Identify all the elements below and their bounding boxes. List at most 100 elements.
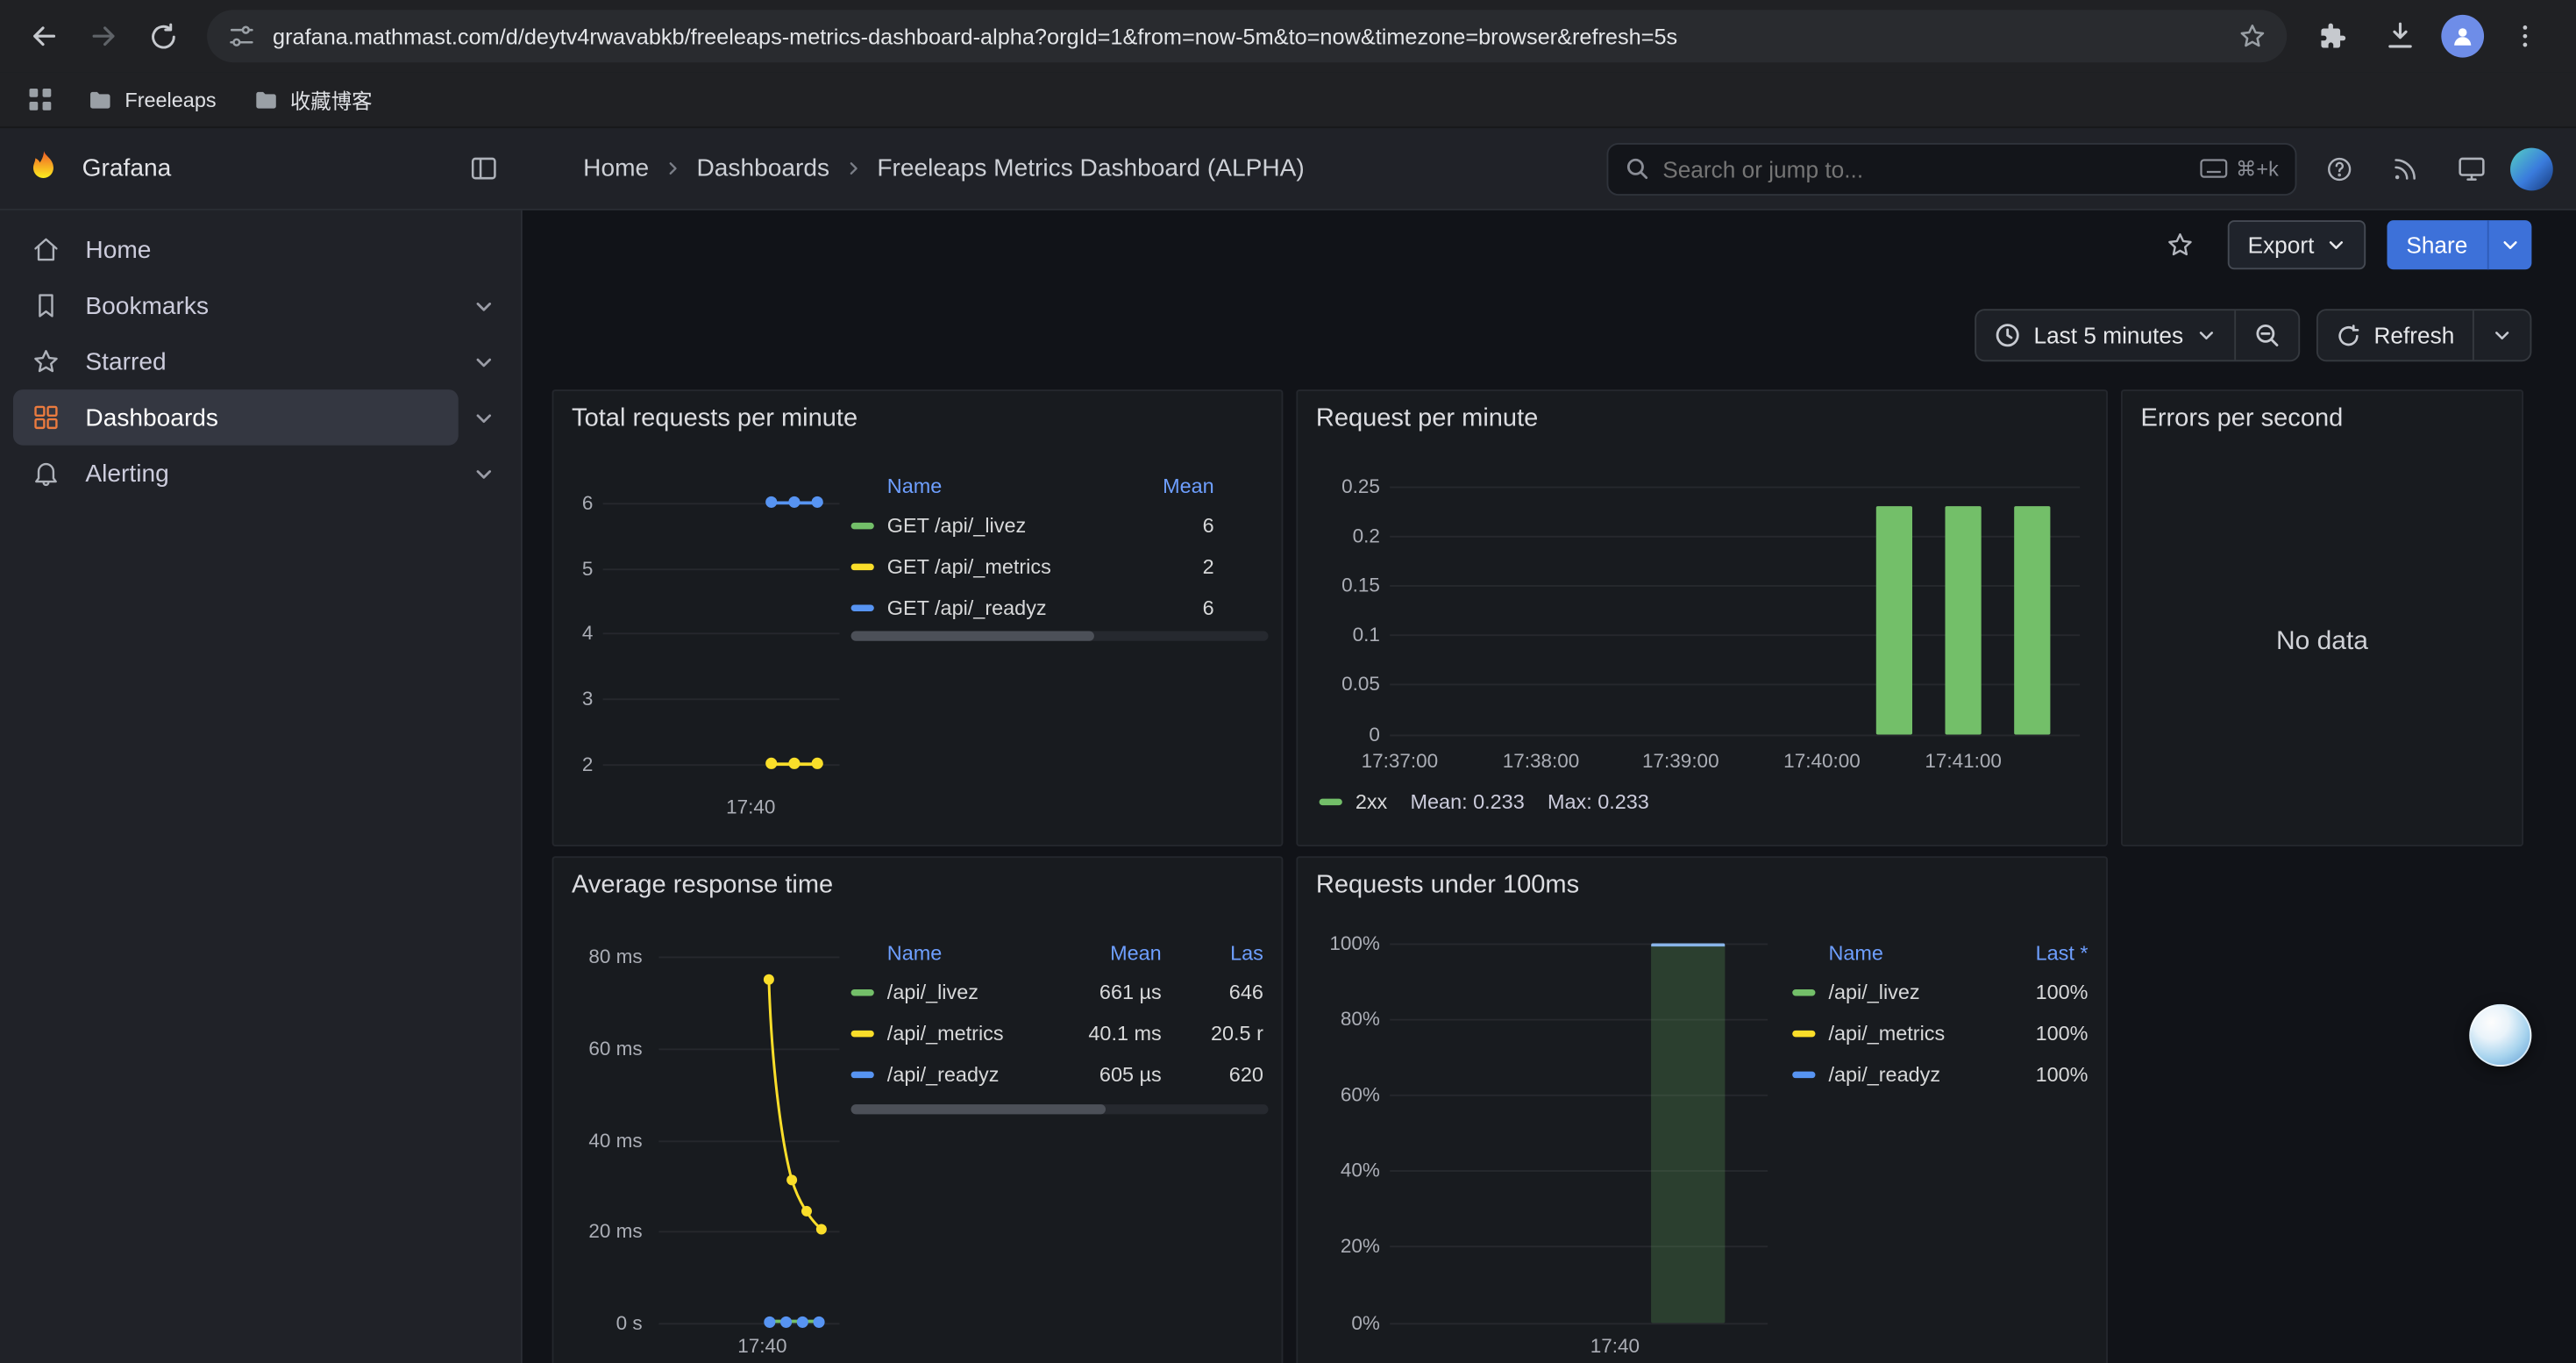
zoom-out-icon [2254, 322, 2281, 348]
y-tick-label: 40% [1305, 1157, 1380, 1183]
legend-header-last[interactable]: Last * [1996, 942, 2089, 965]
dock-menu-toggle[interactable] [468, 153, 500, 184]
series-name[interactable]: GET /api/_readyz [887, 596, 1115, 618]
back-button[interactable] [17, 8, 73, 64]
extensions-button[interactable] [2303, 8, 2359, 64]
favorite-star-button[interactable] [2154, 218, 2207, 271]
legend-scrollbar[interactable] [851, 1104, 1269, 1114]
zoom-out-button[interactable] [2236, 310, 2298, 360]
series-name[interactable]: /api/_livez [887, 981, 1066, 1003]
breadcrumb-dashboards[interactable]: Dashboards [696, 154, 829, 182]
time-range-button[interactable]: Last 5 minutes [1976, 310, 2234, 360]
bookmark-folder-freeleaps[interactable]: Freeleaps [77, 82, 226, 118]
legend-row: GET /api/_livez 6 [851, 504, 1270, 546]
expand-chevron-icon[interactable] [459, 449, 508, 498]
bookmark-folder-blogs[interactable]: 收藏博客 [243, 79, 382, 120]
series-color-swatch [1792, 1071, 1815, 1077]
legend-header-last[interactable]: Las [1162, 942, 1270, 965]
expand-chevron-icon[interactable] [459, 337, 508, 386]
expand-chevron-icon[interactable] [459, 393, 508, 442]
legend-header-name[interactable]: Name [887, 475, 1115, 498]
sidebar-item-starred[interactable]: Starred [13, 333, 459, 389]
bookmark-star-icon[interactable] [2238, 21, 2267, 51]
chevron-down-icon [2326, 235, 2345, 254]
share-button[interactable]: Share [2387, 220, 2532, 269]
sidebar-item-bookmarks[interactable]: Bookmarks [13, 278, 459, 334]
floating-assistant-avatar[interactable] [2469, 1004, 2531, 1067]
legend-header-name[interactable]: Name [887, 942, 1066, 965]
apps-grid-button[interactable] [19, 85, 60, 113]
series-name[interactable]: /api/_livez [1828, 981, 1996, 1003]
download-icon [2384, 19, 2416, 52]
legend-header-mean[interactable]: Mean [1066, 942, 1162, 965]
search-box[interactable]: ⌘+k [1606, 142, 2296, 195]
y-tick-label: 0 [1305, 722, 1380, 748]
y-tick-label: 0.25 [1305, 474, 1380, 500]
bar-2xx [2014, 506, 2050, 734]
series-color-swatch [851, 988, 874, 995]
downloads-button[interactable] [2373, 8, 2429, 64]
breadcrumb-home[interactable]: Home [583, 154, 649, 182]
share-menu-button[interactable] [2489, 235, 2532, 254]
series-color-swatch [851, 563, 874, 569]
series-name[interactable]: /api/_readyz [1828, 1062, 1996, 1085]
series-name[interactable]: GET /api/_livez [887, 514, 1115, 537]
breadcrumb-current: Freeleaps Metrics Dashboard (ALPHA) [877, 154, 1304, 182]
series-name[interactable]: /api/_metrics [887, 1022, 1066, 1045]
series-name[interactable]: /api/_metrics [1828, 1022, 1996, 1045]
sidebar-item-home[interactable]: Home [13, 222, 508, 278]
grafana-logo[interactable] [23, 148, 64, 189]
legend-item[interactable]: 2xx [1320, 790, 1388, 813]
screen: grafana.mathmast.com/d/deytv4rwavabkb/fr… [0, 0, 2576, 1363]
gridline [603, 632, 840, 634]
reload-icon [147, 20, 179, 52]
legend-row: /api/_metrics 100% [1792, 1012, 2088, 1053]
series-color-swatch [851, 1071, 874, 1077]
series-color-swatch [1792, 1030, 1815, 1036]
sidebar-label: Bookmarks [85, 292, 209, 320]
series-last: 20.5 r [1162, 1022, 1270, 1045]
scrollbar-thumb[interactable] [851, 1104, 1106, 1114]
help-button[interactable] [2313, 142, 2366, 195]
legend-row: /api/_readyz 100% [1792, 1053, 2088, 1095]
sidebar-item-dashboards[interactable]: Dashboards [13, 389, 459, 446]
legend-row: GET /api/_metrics 2 [851, 546, 1270, 587]
url-bar[interactable]: grafana.mathmast.com/d/deytv4rwavabkb/fr… [207, 10, 2287, 62]
time-picker-group: Last 5 minutes [1975, 309, 2300, 361]
series-mean: 6 [1115, 596, 1213, 618]
browser-menu-button[interactable] [2497, 8, 2553, 64]
legend-header-mean[interactable]: Mean [1115, 475, 1213, 498]
user-avatar[interactable] [2510, 147, 2553, 190]
legend-table: Name Mean Las /api/_livez 661 µs 646 /ap… [851, 935, 1270, 1095]
scrollbar-thumb[interactable] [851, 632, 1094, 641]
series-name[interactable]: /api/_readyz [887, 1062, 1066, 1085]
series-last: 100% [1996, 1062, 2089, 1085]
series-name[interactable]: GET /api/_metrics [887, 554, 1115, 577]
search-input[interactable] [1662, 155, 2187, 182]
panel-title[interactable]: Request per minute [1316, 404, 1538, 434]
legend-row: /api/_metrics 40.1 ms 20.5 r [851, 1012, 1270, 1053]
forward-button[interactable] [75, 8, 132, 64]
refresh-button[interactable]: Refresh [2318, 310, 2473, 360]
panel-title[interactable]: Average response time [572, 871, 833, 901]
expand-chevron-icon[interactable] [459, 281, 508, 330]
bookmarks-bar: Freeleaps 收藏博客 [0, 72, 2576, 128]
sidebar-item-alerting[interactable]: Alerting [13, 446, 459, 502]
profile-button[interactable] [2441, 15, 2484, 58]
reload-button[interactable] [135, 8, 191, 64]
legend-scrollbar[interactable] [851, 632, 1269, 641]
sidebar-row-dashboards: Dashboards [13, 389, 508, 446]
refresh-interval-button[interactable] [2474, 310, 2530, 360]
legend-header-name[interactable]: Name [1828, 942, 1996, 965]
display-button[interactable] [2444, 142, 2497, 195]
series-mean: 40.1 ms [1066, 1022, 1162, 1045]
panel-title[interactable]: Total requests per minute [572, 404, 857, 434]
url-text[interactable]: grafana.mathmast.com/d/deytv4rwavabkb/fr… [273, 24, 2221, 48]
y-tick-label: 0.1 [1305, 621, 1380, 647]
export-button[interactable]: Export [2228, 220, 2365, 269]
site-settings-icon[interactable] [227, 21, 257, 51]
news-rss-button[interactable] [2379, 142, 2431, 195]
panel-title[interactable]: Errors per second [2140, 404, 2343, 434]
panel-title[interactable]: Requests under 100ms [1316, 871, 1579, 901]
x-tick-label: 17:40:00 [1764, 748, 1879, 774]
